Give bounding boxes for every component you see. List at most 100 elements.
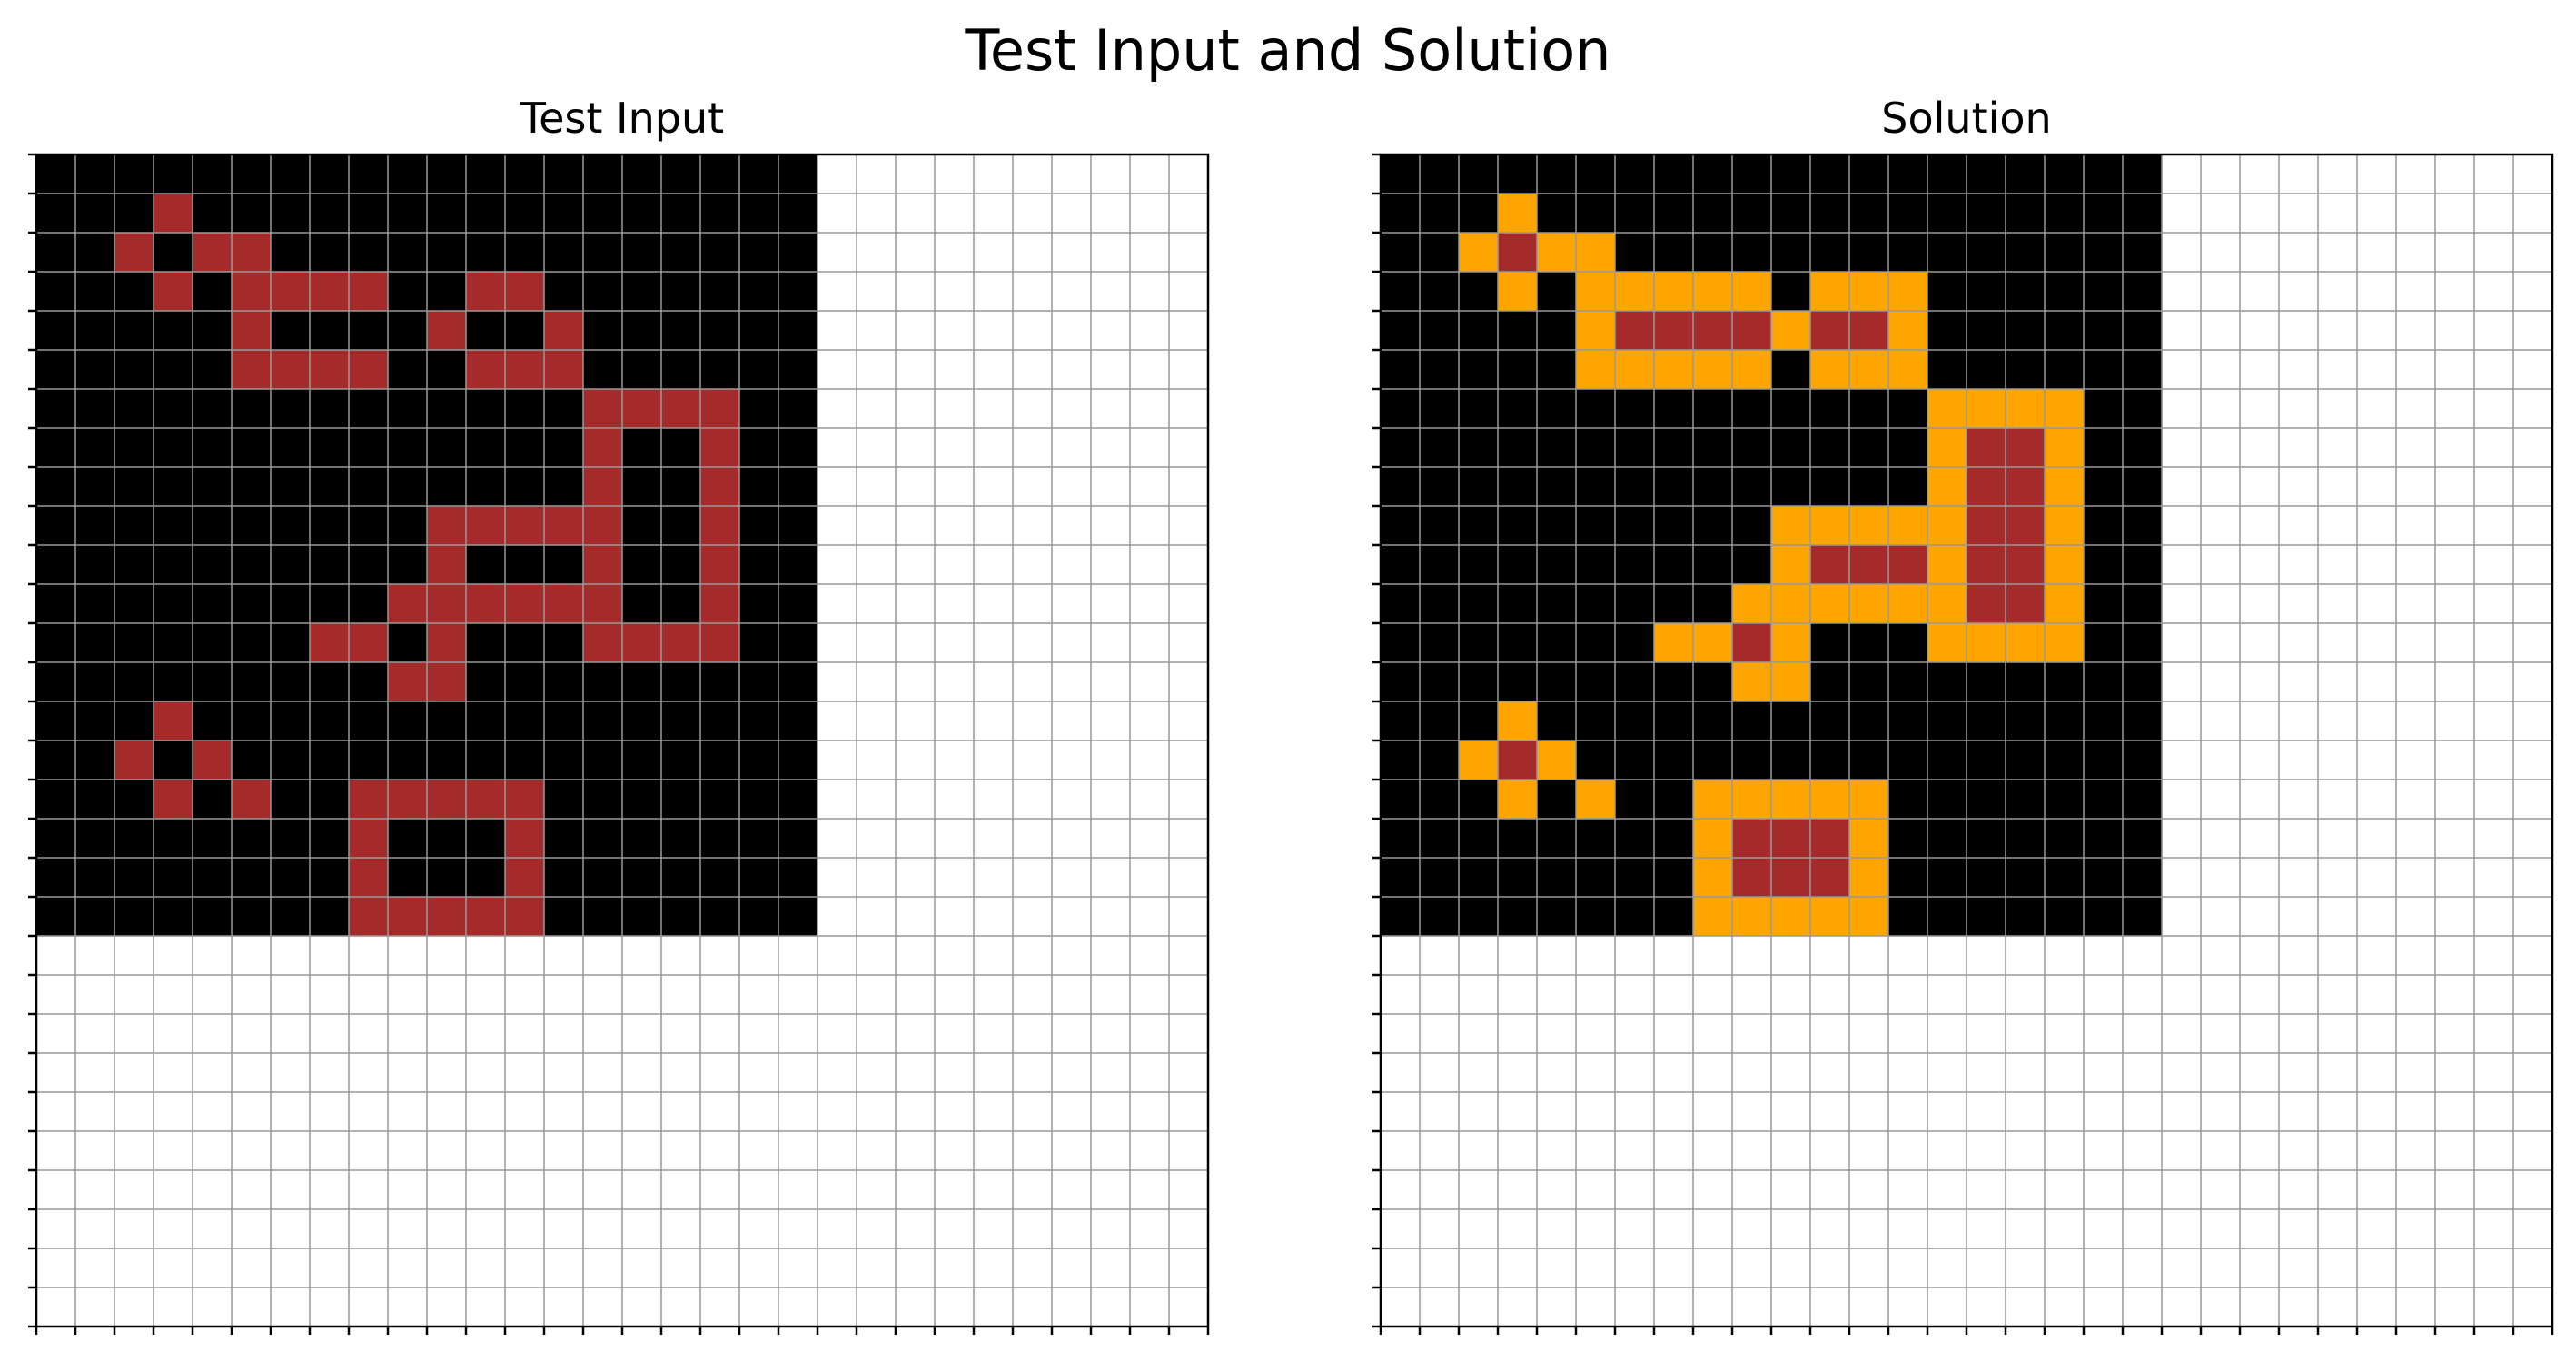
grid-cell <box>36 897 76 937</box>
grid-cell <box>2006 311 2046 351</box>
grid-cell <box>349 741 389 780</box>
grid-cell <box>505 623 545 663</box>
grid-cell <box>388 272 428 312</box>
grid-cell <box>1615 154 1655 194</box>
grid-cell <box>1537 545 1577 585</box>
grid-cell <box>1967 272 2006 312</box>
grid-cell <box>1732 467 1772 507</box>
grid-cell <box>700 154 740 194</box>
grid-cell <box>427 194 467 234</box>
grid-cell <box>1693 780 1733 820</box>
grid-cell <box>1967 701 2006 741</box>
grid-cell <box>154 545 193 585</box>
grid-cell <box>583 467 623 507</box>
grid-cell <box>1537 311 1577 351</box>
grid-cell <box>232 233 272 273</box>
grid-cell <box>36 545 76 585</box>
grid-cell <box>2084 194 2124 234</box>
grid-cell <box>661 858 701 898</box>
grid-cell <box>36 858 76 898</box>
grid-cell <box>466 858 506 898</box>
grid-cell <box>75 506 115 546</box>
grid-cell <box>2084 154 2124 194</box>
grid-cell <box>1849 233 1889 273</box>
grid-cell <box>622 545 662 585</box>
grid-cell <box>349 233 389 273</box>
grid-cell <box>1381 428 1421 468</box>
grid-cell <box>1732 701 1772 741</box>
grid-cell <box>1654 194 1694 234</box>
grid-cell <box>739 741 779 780</box>
grid-cell <box>739 506 779 546</box>
grid-cell <box>622 506 662 546</box>
grid-cell <box>2084 428 2124 468</box>
grid-cell <box>114 506 154 546</box>
grid-cell <box>271 506 311 546</box>
grid-cell <box>583 154 623 194</box>
grid-cell <box>1888 545 1928 585</box>
grid-cell <box>36 311 76 351</box>
grid-cell <box>36 154 76 194</box>
grid-cell <box>2123 350 2163 390</box>
grid-cell <box>36 741 76 780</box>
grid-cell <box>1693 897 1733 937</box>
grid-cell <box>232 584 272 624</box>
grid-cell <box>1967 350 2006 390</box>
grid-cell <box>1849 662 1889 702</box>
grid-cell <box>154 819 193 859</box>
grid-cell <box>2006 545 2046 585</box>
grid-cell <box>271 467 311 507</box>
grid-cell <box>778 506 818 546</box>
grid-cell <box>388 467 428 507</box>
grid-cell <box>1498 194 1538 234</box>
grid-cell <box>583 662 623 702</box>
grid-cell <box>2123 701 2163 741</box>
grid-cell <box>1810 311 1850 351</box>
grid-cell <box>1498 897 1538 937</box>
grid-cell <box>466 389 506 429</box>
grid-cell <box>544 662 584 702</box>
grid-cell <box>661 194 701 234</box>
grid-cell <box>700 350 740 390</box>
grid-cell <box>1810 662 1850 702</box>
grid-cell <box>778 350 818 390</box>
grid-cell <box>75 741 115 780</box>
grid-cell <box>1967 389 2006 429</box>
grid-cell <box>1381 467 1421 507</box>
grid-cell <box>2123 858 2163 898</box>
grid-cell <box>2045 623 2085 663</box>
grid-cell <box>349 662 389 702</box>
grid-cell <box>622 858 662 898</box>
grid-cell <box>1420 662 1460 702</box>
grid-cell <box>2045 350 2085 390</box>
grid-cell <box>75 545 115 585</box>
grid-cell <box>466 311 506 351</box>
grid-cell <box>1967 467 2006 507</box>
grid-cell <box>1927 701 1967 741</box>
grid-cell <box>1771 623 1811 663</box>
grid-cell <box>1967 741 2006 780</box>
grid-cell <box>1459 662 1499 702</box>
grid-cell <box>232 780 272 820</box>
grid-cell <box>1576 272 1616 312</box>
grid-cell <box>1420 311 1460 351</box>
grid-cell <box>310 819 350 859</box>
grid-cell <box>544 741 584 780</box>
grid-cell <box>1967 233 2006 273</box>
grid-cell <box>1732 662 1772 702</box>
grid-cell <box>2123 389 2163 429</box>
grid-cell <box>661 428 701 468</box>
grid-cell <box>349 623 389 663</box>
grid-cell <box>427 584 467 624</box>
grid-cell <box>466 662 506 702</box>
grid-cell <box>388 858 428 898</box>
grid-cell <box>583 506 623 546</box>
grid-cell <box>36 272 76 312</box>
grid-cell <box>75 428 115 468</box>
grid-cell <box>1498 858 1538 898</box>
grid-cell <box>271 233 311 273</box>
grid-cell <box>271 623 311 663</box>
grid-cell <box>1693 662 1733 702</box>
grid-cell <box>1810 741 1850 780</box>
grid-cell <box>1498 780 1538 820</box>
